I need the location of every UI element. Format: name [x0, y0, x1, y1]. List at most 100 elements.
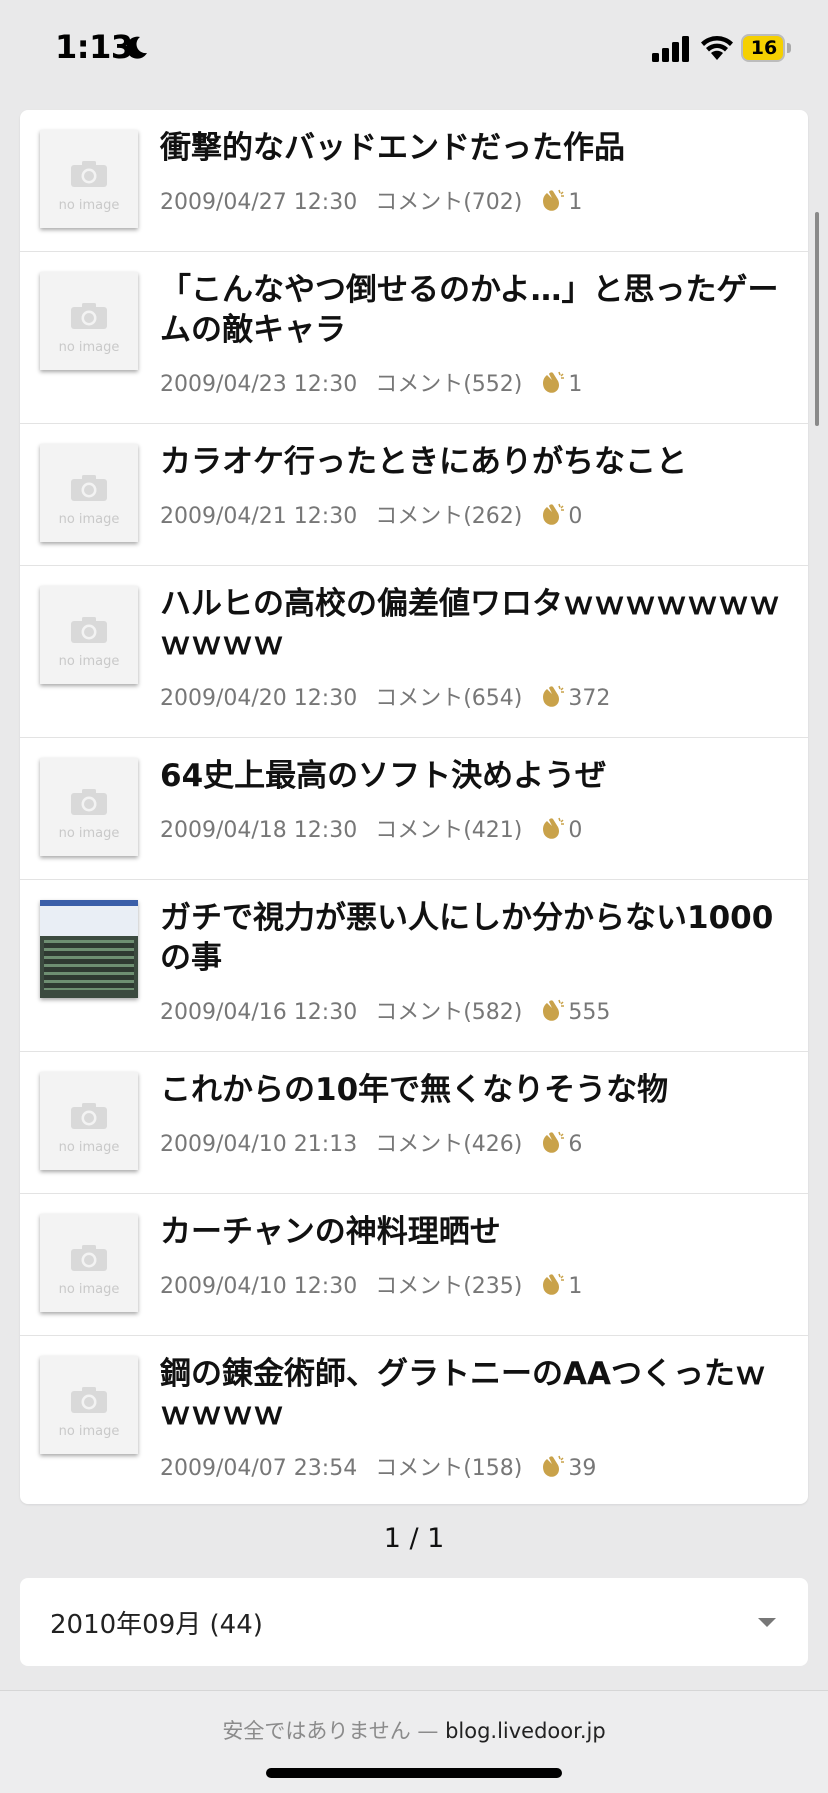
post-title-link[interactable]: これからの10年で無くなりそうな物: [160, 1070, 796, 1110]
list-item[interactable]: no image 衝撃的なバッドエンドだった作品 2009/04/27 12:30 コ…: [20, 110, 808, 252]
list-item[interactable]: no image これからの10年で無くなりそうな物 2009/04/10 21:1…: [20, 1052, 808, 1194]
clap-icon[interactable]: [540, 188, 566, 212]
wifi-icon: [701, 36, 733, 60]
clap-icon[interactable]: [540, 1454, 566, 1478]
clap-icon[interactable]: [540, 502, 566, 526]
post-date: 2009/04/27 12:30: [160, 190, 358, 215]
no-image-label: no image: [58, 512, 120, 527]
clap-icon[interactable]: [540, 1130, 566, 1154]
post-meta: 2009/04/10 21:13 コメント(426) 6: [160, 1126, 582, 1158]
chevron-down-icon: [758, 1618, 776, 1627]
comment-count-link[interactable]: コメント(158): [375, 1450, 522, 1482]
clap-count: 1: [568, 190, 583, 215]
no-image-label: no image: [58, 1282, 120, 1297]
clap-count: 0: [568, 504, 583, 529]
list-item[interactable]: no image 64史上最高のソフト決めようぜ 2009/04/18 12:30 コ…: [20, 738, 808, 880]
post-date: 2009/04/18 12:30: [160, 818, 358, 843]
no-image-label: no image: [58, 654, 120, 669]
pagination: 1 / 1: [383, 1523, 445, 1554]
clap-count: 1: [568, 372, 583, 397]
comment-count-link[interactable]: コメント(235): [375, 1268, 522, 1300]
clap-count: 6: [568, 1132, 583, 1157]
comment-count-link[interactable]: コメント(552): [375, 366, 522, 398]
clap-count: 0: [568, 818, 583, 843]
no-image-label: no image: [58, 1140, 120, 1155]
post-date: 2009/04/16 12:30: [160, 1000, 358, 1025]
post-meta: 2009/04/21 12:30 コメント(262) 0: [160, 498, 582, 530]
post-meta: 2009/04/23 12:30 コメント(552) 1: [160, 366, 582, 398]
post-thumbnail[interactable]: no image: [40, 1356, 138, 1454]
post-date: 2009/04/07 23:54: [160, 1456, 358, 1481]
post-date: 2009/04/21 12:30: [160, 504, 358, 529]
status-bar: 1:13 16: [0, 0, 828, 100]
no-image-label: no image: [58, 340, 120, 355]
camera-icon: [71, 1387, 107, 1413]
camera-icon: [71, 1245, 107, 1271]
comment-count-link[interactable]: コメント(654): [375, 680, 522, 712]
list-item[interactable]: no image ハルヒの高校の偏差値ワロタｗｗｗｗｗｗｗｗｗｗｗ 2009/04/…: [20, 566, 808, 738]
battery-level: 16: [750, 37, 778, 59]
home-indicator[interactable]: [266, 1768, 562, 1778]
clap-count: 39: [568, 1456, 597, 1481]
list-item[interactable]: no image カーチャンの神料理晒せ 2009/04/10 12:30 コメント(…: [20, 1194, 808, 1336]
post-thumbnail[interactable]: no image: [40, 444, 138, 542]
post-thumbnail[interactable]: no image: [40, 586, 138, 684]
post-thumbnail[interactable]: no image: [40, 1072, 138, 1170]
list-item[interactable]: ガチで視力が悪い人にしか分からない1000の事 2009/04/16 12:30 コ…: [20, 880, 808, 1052]
camera-icon: [71, 789, 107, 815]
clap-count: 555: [568, 1000, 611, 1025]
battery-icon: 16: [741, 34, 791, 62]
post-meta: 2009/04/16 12:30 コメント(582) 555: [160, 994, 610, 1026]
post-title-link[interactable]: カラオケ行ったときにありがちなこと: [160, 442, 796, 482]
comment-count-link[interactable]: コメント(421): [375, 812, 522, 844]
comment-count-link[interactable]: コメント(582): [375, 994, 522, 1026]
url-display[interactable]: 安全ではありません — blog.livedoor.jp: [0, 1715, 828, 1745]
post-title-link[interactable]: ガチで視力が悪い人にしか分からない1000の事: [160, 898, 796, 978]
post-title-link[interactable]: 衝撃的なバッドエンドだった作品: [160, 128, 796, 168]
post-meta: 2009/04/10 12:30 コメント(235) 1: [160, 1268, 582, 1300]
post-thumbnail[interactable]: no image: [40, 272, 138, 370]
post-date: 2009/04/20 12:30: [160, 686, 358, 711]
post-thumbnail[interactable]: no image: [40, 758, 138, 856]
clap-icon[interactable]: [540, 998, 566, 1022]
list-item[interactable]: no image 「こんなやつ倒せるのかよ…」と思ったゲームの敵キャラ 2009/0…: [20, 252, 808, 424]
post-title-link[interactable]: 鋼の錬金術師、グラトニーのAAつくったｗｗｗｗｗ: [160, 1354, 796, 1434]
no-image-label: no image: [58, 826, 120, 841]
list-item[interactable]: no image カラオケ行ったときにありがちなこと 2009/04/21 12:3…: [20, 424, 808, 566]
post-title-link[interactable]: 「こんなやつ倒せるのかよ…」と思ったゲームの敵キャラ: [160, 270, 796, 350]
post-title-link[interactable]: カーチャンの神料理晒せ: [160, 1212, 796, 1252]
post-meta: 2009/04/18 12:30 コメント(421) 0: [160, 812, 582, 844]
post-date: 2009/04/10 12:30: [160, 1274, 358, 1299]
camera-icon: [71, 161, 107, 187]
comment-count-link[interactable]: コメント(702): [375, 184, 522, 216]
post-title-link[interactable]: ハルヒの高校の偏差値ワロタｗｗｗｗｗｗｗｗｗｗｗ: [160, 584, 796, 664]
url-host: blog.livedoor.jp: [445, 1719, 606, 1743]
no-image-label: no image: [58, 1424, 120, 1439]
post-title-link[interactable]: 64史上最高のソフト決めようぜ: [160, 756, 796, 796]
list-item[interactable]: no image 鋼の錬金術師、グラトニーのAAつくったｗｗｗｗｗ 2009/04/…: [20, 1336, 808, 1504]
post-list: no image 衝撃的なバッドエンドだった作品 2009/04/27 12:30 コ…: [20, 110, 808, 1504]
archive-month-select[interactable]: 2010年09月 (44): [20, 1578, 808, 1666]
moon-icon: [126, 36, 147, 59]
camera-icon: [71, 617, 107, 643]
clap-count: 1: [568, 1274, 583, 1299]
clap-count: 372: [568, 686, 611, 711]
clap-icon[interactable]: [540, 370, 566, 394]
post-thumbnail[interactable]: no image: [40, 130, 138, 228]
post-date: 2009/04/23 12:30: [160, 372, 358, 397]
clap-icon[interactable]: [540, 684, 566, 708]
comment-count-link[interactable]: コメント(426): [375, 1126, 522, 1158]
camera-icon: [71, 1103, 107, 1129]
comment-count-link[interactable]: コメント(262): [375, 498, 522, 530]
no-image-label: no image: [58, 198, 120, 213]
clap-icon[interactable]: [540, 816, 566, 840]
post-meta: 2009/04/07 23:54 コメント(158) 39: [160, 1450, 596, 1482]
scrollbar[interactable]: [815, 212, 819, 426]
camera-icon: [71, 475, 107, 501]
post-thumbnail[interactable]: [40, 900, 138, 998]
post-thumbnail[interactable]: no image: [40, 1214, 138, 1312]
post-meta: 2009/04/27 12:30 コメント(702) 1: [160, 184, 582, 216]
not-secure-label: 安全ではありません —: [222, 1719, 446, 1743]
clap-icon[interactable]: [540, 1272, 566, 1296]
camera-icon: [71, 303, 107, 329]
